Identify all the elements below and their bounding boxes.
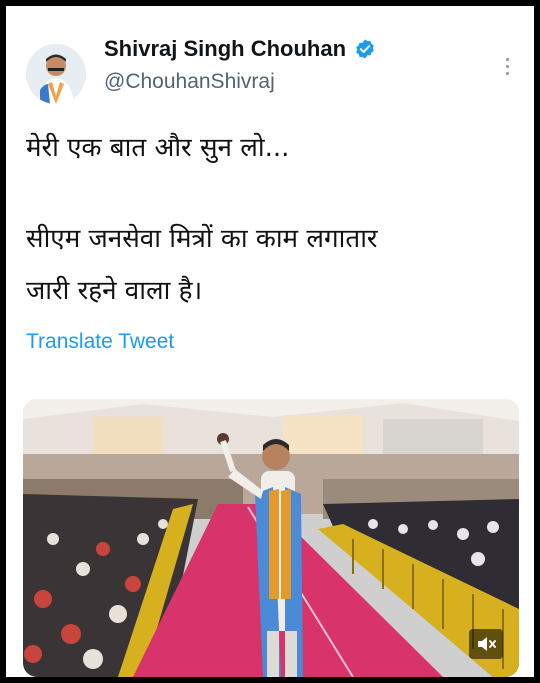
tweet-video[interactable] bbox=[23, 399, 519, 677]
tweet-card[interactable]: Shivraj Singh Chouhan @ChouhanShivraj मे… bbox=[6, 6, 534, 677]
author-avatar[interactable] bbox=[26, 44, 86, 104]
tweet-text-line-3: जारी रहने वाला है। bbox=[26, 276, 203, 306]
translate-tweet-link[interactable]: Translate Tweet bbox=[26, 330, 174, 354]
author-handle[interactable]: @ChouhanShivraj bbox=[104, 70, 275, 94]
speaker-muted-icon[interactable] bbox=[469, 629, 503, 659]
author-name[interactable]: Shivraj Singh Chouhan bbox=[104, 36, 346, 62]
verified-badge-icon bbox=[356, 39, 374, 59]
tweet-text-line-2: सीएम जनसेवा मित्रों का काम लगातार bbox=[26, 224, 378, 254]
tweet-text-line-1: मेरी एक बात और सुन लो... bbox=[26, 133, 290, 163]
more-vertical-icon[interactable] bbox=[504, 56, 510, 78]
video-frame bbox=[23, 399, 519, 677]
